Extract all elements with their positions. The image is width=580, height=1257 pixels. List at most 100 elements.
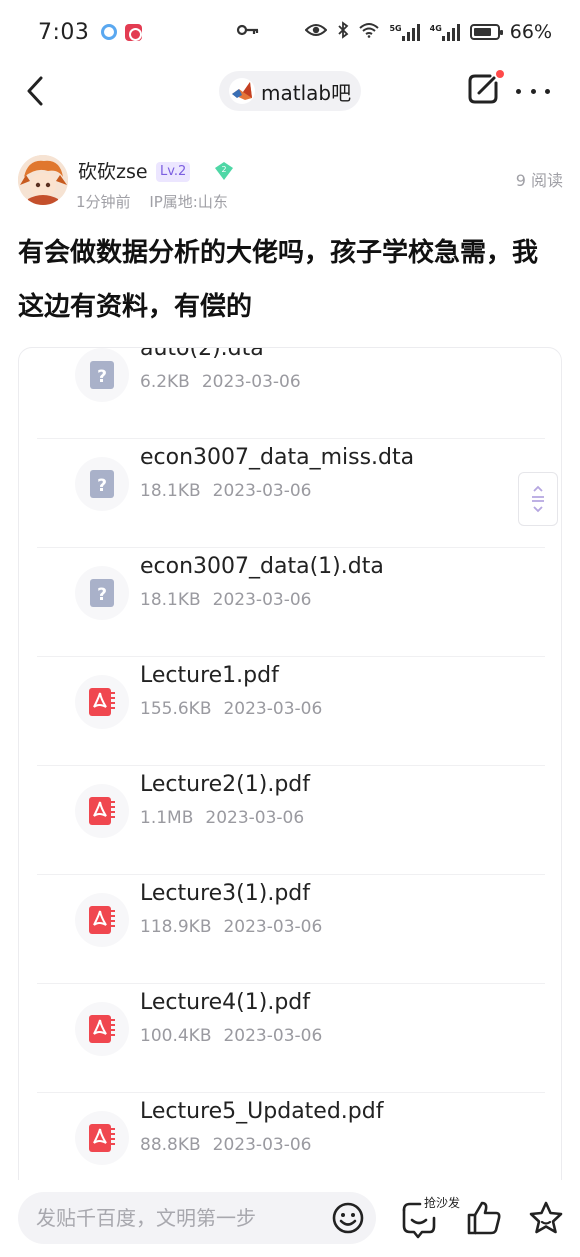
unknown-file-icon: ? — [75, 566, 129, 620]
file-size: 18.1KB — [140, 590, 201, 610]
read-count: 9 阅读 — [515, 171, 563, 190]
post-author-row: 砍砍zse Lv.2 2 1分钟前 IP属地:山东 9 阅读 — [18, 155, 563, 213]
attachment-list: ? auto(2).dta 6.2KB 2023-03-06 ? econ3007… — [18, 347, 562, 1227]
grab-sofa-label: 抢沙发 — [424, 1196, 461, 1210]
back-button[interactable] — [22, 74, 54, 108]
svg-text:?: ? — [97, 585, 107, 605]
file-date: 2023-03-06 — [223, 917, 323, 937]
file-name: Lecture4(1).pdf — [140, 990, 310, 1015]
avatar[interactable] — [18, 155, 68, 205]
file-name: auto(2).dta — [140, 347, 264, 361]
pdf-file-icon — [75, 893, 129, 947]
file-item[interactable]: Lecture2(1).pdf 1.1MB 2023-03-06 — [37, 766, 545, 875]
gem-level: 2 — [221, 165, 226, 174]
chevron-left-icon — [27, 76, 43, 106]
scroll-handle[interactable] — [518, 472, 558, 526]
more-dot-icon — [530, 88, 536, 94]
key-icon — [236, 20, 260, 45]
unknown-file-icon: ? — [75, 348, 129, 402]
file-size: 18.1KB — [140, 481, 201, 501]
file-item[interactable]: Lecture4(1).pdf 100.4KB 2023-03-06 — [37, 984, 545, 1093]
more-dot-icon — [516, 88, 521, 94]
file-name: Lecture1.pdf — [140, 663, 279, 688]
file-meta: 88.8KB 2023-03-06 — [140, 1135, 311, 1155]
reply-input[interactable] — [18, 1192, 376, 1244]
file-meta: 18.1KB 2023-03-06 — [140, 590, 311, 610]
thumbs-up-icon — [467, 1201, 501, 1235]
file-name: Lecture2(1).pdf — [140, 772, 310, 797]
unknown-file-icon: ? — [75, 457, 129, 511]
file-date: 2023-03-06 — [212, 481, 312, 501]
file-size: 88.8KB — [140, 1135, 201, 1155]
file-meta: 18.1KB 2023-03-06 — [140, 481, 311, 501]
svg-text:?: ? — [97, 476, 107, 496]
svg-text:?: ? — [97, 367, 107, 387]
status-bar: 7:03 5G 4G 66% — [0, 0, 580, 64]
more-options-button[interactable] — [516, 76, 550, 106]
forum-link[interactable]: matlab吧 — [219, 71, 361, 111]
file-item[interactable]: ? econ3007_data(1).dta 18.1KB 2023-03-06 — [37, 548, 545, 657]
file-name: econ3007_data_miss.dta — [140, 445, 415, 470]
file-item[interactable]: ? econ3007_data_miss.dta 18.1KB 2023-03-0… — [37, 439, 545, 548]
file-date: 2023-03-06 — [201, 372, 301, 392]
file-date: 2023-03-06 — [212, 590, 312, 610]
post-title: 有会做数据分析的大佬吗，孩子学校急需，我这边有资料，有偿的 — [18, 238, 539, 322]
battery-percent: 66% — [509, 21, 552, 43]
gem-badge-icon: 2 — [214, 161, 234, 181]
file-name: Lecture5_Updated.pdf — [140, 1099, 384, 1124]
signal-4g-icon: 4G — [430, 23, 460, 41]
matlab-logo-icon — [229, 78, 255, 104]
file-size: 100.4KB — [140, 1026, 212, 1046]
compose-button[interactable] — [466, 70, 504, 106]
like-button[interactable] — [466, 1200, 502, 1236]
file-date: 2023-03-06 — [223, 1026, 323, 1046]
status-time: 7:03 — [38, 19, 90, 45]
signal-4g-label: 4G — [429, 24, 442, 33]
smiley-icon — [332, 1202, 364, 1234]
file-name: econ3007_data(1).dta — [140, 554, 384, 579]
more-dot-icon — [545, 88, 550, 94]
battery-icon — [469, 24, 503, 40]
scroll-handle-icon — [532, 485, 544, 513]
file-meta: 6.2KB 2023-03-06 — [140, 372, 301, 392]
bluetooth-icon — [337, 20, 349, 44]
wifi-icon — [359, 21, 380, 43]
file-item[interactable]: Lecture3(1).pdf 118.9KB 2023-03-06 — [37, 875, 545, 984]
file-meta: 100.4KB 2023-03-06 — [140, 1026, 322, 1046]
file-date: 2023-03-06 — [205, 808, 305, 828]
pdf-file-icon — [75, 675, 129, 729]
file-name: Lecture3(1).pdf — [140, 881, 310, 906]
file-date: 2023-03-06 — [223, 699, 323, 719]
signal-5g-icon: 5G — [389, 23, 420, 41]
pdf-file-icon — [75, 784, 129, 838]
post-time: 1分钟前 — [76, 193, 131, 211]
file-date: 2023-03-06 — [212, 1135, 312, 1155]
notification-dot — [496, 70, 504, 78]
file-size: 6.2KB — [140, 372, 190, 392]
file-item[interactable]: ? auto(2).dta 6.2KB 2023-03-06 — [37, 347, 545, 439]
file-size: 1.1MB — [140, 808, 194, 828]
edit-icon — [468, 74, 498, 104]
favorite-button[interactable] — [528, 1200, 564, 1236]
pdf-file-icon — [75, 1002, 129, 1056]
ip-location: IP属地:山东 — [149, 193, 228, 211]
notification-app-icon — [101, 24, 118, 40]
author-name[interactable]: 砍砍zse — [78, 157, 148, 184]
star-icon — [529, 1201, 563, 1234]
signal-5g-label: 5G — [389, 24, 402, 33]
level-badge: Lv.2 — [156, 162, 191, 182]
emoji-button[interactable] — [331, 1201, 365, 1235]
pdf-file-icon — [75, 1111, 129, 1165]
file-size: 155.6KB — [140, 699, 212, 719]
file-meta: 118.9KB 2023-03-06 — [140, 917, 322, 937]
bottom-action-bar: 抢沙发 — [0, 1180, 580, 1257]
file-meta: 155.6KB 2023-03-06 — [140, 699, 322, 719]
status-right: 5G 4G 66% — [305, 20, 552, 44]
post-meta: 1分钟前 IP属地:山东 — [76, 191, 228, 212]
forum-name: matlab吧 — [261, 80, 352, 105]
file-size: 118.9KB — [140, 917, 212, 937]
file-meta: 1.1MB 2023-03-06 — [140, 808, 304, 828]
notification-app-badge-icon — [125, 23, 143, 41]
status-left: 7:03 — [38, 19, 143, 45]
file-item[interactable]: Lecture1.pdf 155.6KB 2023-03-06 — [37, 657, 545, 766]
